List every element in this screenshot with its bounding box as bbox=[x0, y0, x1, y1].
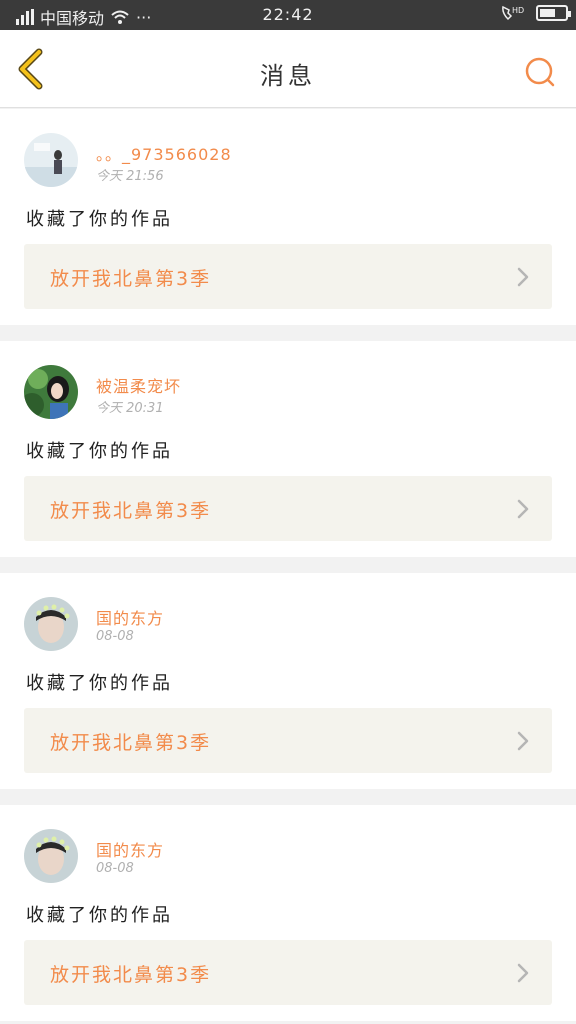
timestamp: 今天 20:31 bbox=[96, 401, 164, 416]
work-title: 放开我北鼻第3季 bbox=[50, 732, 212, 754]
timestamp: 08-08 bbox=[96, 629, 134, 644]
page-title: 消息 bbox=[260, 62, 316, 90]
message-card: 被温柔宠坏 今天 20:31 收藏了你的作品 放开我北鼻第3季 bbox=[0, 341, 576, 557]
action-text: 收藏了你的作品 bbox=[26, 209, 173, 230]
avatar-image bbox=[24, 133, 78, 187]
message-card: 国的东方 08-08 收藏了你的作品 放开我北鼻第3季 bbox=[0, 805, 576, 1021]
timestamp: 今天 21:56 bbox=[96, 169, 164, 184]
status-right: HD bbox=[500, 4, 571, 22]
avatar[interactable] bbox=[24, 365, 78, 419]
work-link[interactable]: 放开我北鼻第3季 bbox=[24, 244, 552, 309]
svg-text:HD: HD bbox=[512, 6, 524, 15]
avatar[interactable] bbox=[24, 133, 78, 187]
work-title: 放开我北鼻第3季 bbox=[50, 964, 212, 986]
message-card: 。。_973566028 今天 21:56 收藏了你的作品 放开我北鼻第3季 bbox=[0, 109, 576, 325]
username[interactable]: 被温柔宠坏 bbox=[96, 373, 181, 397]
hd-call-icon: HD bbox=[502, 5, 524, 21]
message-list: 。。_973566028 今天 21:56 收藏了你的作品 放开我北鼻第3季 被… bbox=[0, 109, 576, 1024]
username[interactable]: 国的东方 bbox=[96, 605, 164, 629]
avatar-image bbox=[24, 597, 78, 651]
chevron-right-icon bbox=[517, 963, 529, 983]
avatar[interactable] bbox=[24, 597, 78, 651]
work-title: 放开我北鼻第3季 bbox=[50, 500, 212, 522]
action-text: 收藏了你的作品 bbox=[26, 673, 173, 694]
avatar-image bbox=[24, 365, 78, 419]
search-icon bbox=[525, 57, 555, 87]
search-button[interactable] bbox=[522, 54, 558, 90]
username[interactable]: 国的东方 bbox=[96, 837, 164, 861]
status-bar: 中国移动 ··· 22:42 HD bbox=[0, 0, 576, 30]
chevron-right-icon bbox=[517, 731, 529, 751]
avatar[interactable] bbox=[24, 829, 78, 883]
action-text: 收藏了你的作品 bbox=[26, 441, 173, 462]
work-link[interactable]: 放开我北鼻第3季 bbox=[24, 476, 552, 541]
work-title: 放开我北鼻第3季 bbox=[50, 268, 212, 290]
avatar-image bbox=[24, 829, 78, 883]
timestamp: 08-08 bbox=[96, 861, 134, 876]
battery-icon bbox=[536, 5, 571, 21]
chevron-right-icon bbox=[517, 499, 529, 519]
work-link[interactable]: 放开我北鼻第3季 bbox=[24, 708, 552, 773]
action-text: 收藏了你的作品 bbox=[26, 905, 173, 926]
top-bar: 消息 bbox=[0, 30, 576, 108]
work-link[interactable]: 放开我北鼻第3季 bbox=[24, 940, 552, 1005]
message-card: 国的东方 08-08 收藏了你的作品 放开我北鼻第3季 bbox=[0, 573, 576, 789]
username[interactable]: 。。_973566028 bbox=[96, 141, 232, 165]
chevron-right-icon bbox=[517, 267, 529, 287]
clock: 22:42 bbox=[262, 5, 314, 24]
